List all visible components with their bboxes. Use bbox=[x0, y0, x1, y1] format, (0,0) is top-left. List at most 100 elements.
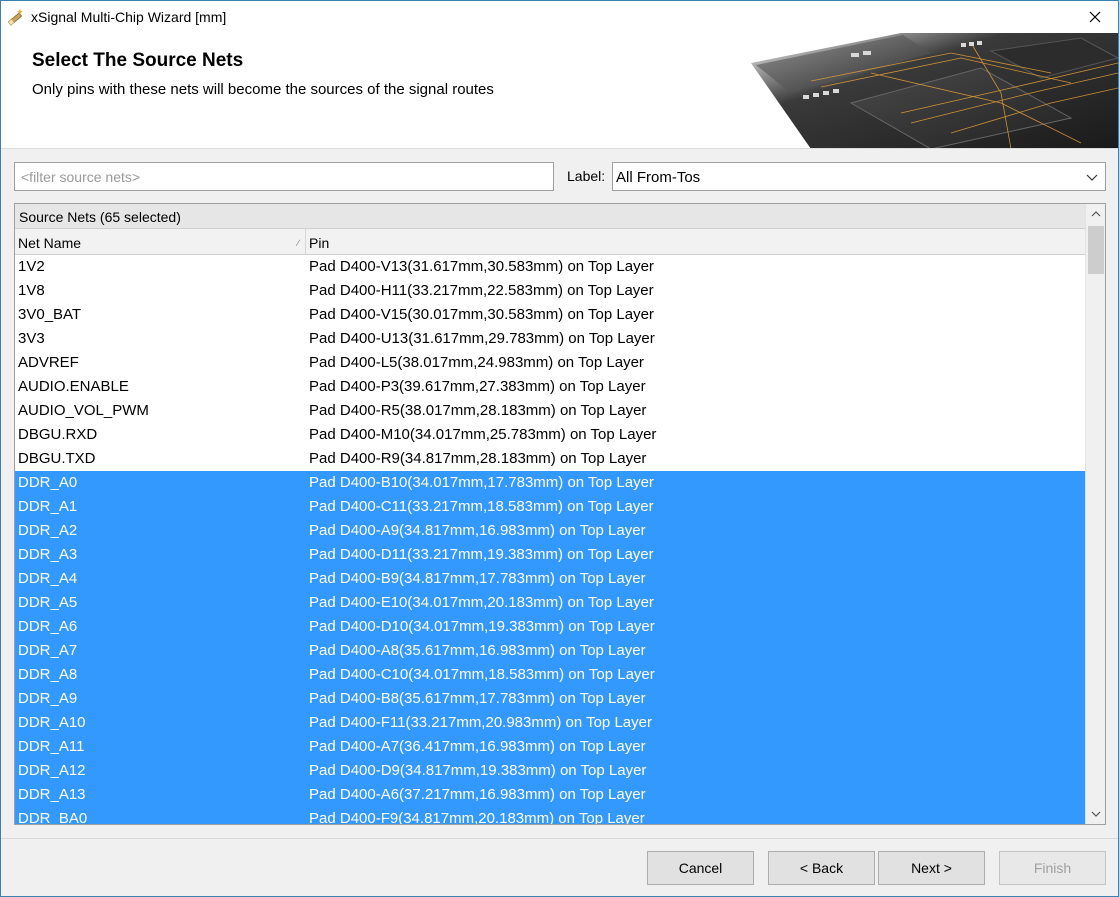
chevron-up-icon bbox=[1091, 211, 1101, 217]
pin-cell: Pad D400-C11(33.217mm,18.583mm) on Top L… bbox=[309, 498, 654, 515]
net-name-cell: DDR_A7 bbox=[18, 642, 78, 659]
chevron-down-icon bbox=[1091, 811, 1101, 817]
pin-cell: Pad D400-A9(34.817mm,16.983mm) on Top La… bbox=[309, 522, 646, 539]
vertical-scrollbar[interactable] bbox=[1085, 204, 1105, 824]
table-row[interactable]: DDR_A11 Pad D400-A7(36.417mm,16.983mm) on… bbox=[15, 735, 1086, 759]
grid-rows: 1V2 Pad D400-V13(31.617mm,30.583mm) on To… bbox=[15, 255, 1086, 825]
label-select-dropdown[interactable]: All From-Tos bbox=[612, 162, 1106, 191]
pin-cell: Pad D400-A6(37.217mm,16.983mm) on Top La… bbox=[309, 786, 646, 803]
pin-cell: Pad D400-B10(34.017mm,17.783mm) on Top L… bbox=[309, 474, 654, 491]
close-button[interactable] bbox=[1072, 1, 1118, 33]
page-title: Select The Source Nets bbox=[32, 50, 244, 71]
wizard-wand-icon bbox=[7, 9, 23, 26]
net-name-cell: DDR_A8 bbox=[18, 666, 78, 683]
net-name-cell: AUDIO_VOL_PWM bbox=[18, 402, 149, 419]
pcb-banner-image bbox=[751, 33, 1118, 148]
grid-column-headers: Net Name ∕ Pin bbox=[15, 229, 1086, 255]
pin-cell: Pad D400-L5(38.017mm,24.983mm) on Top La… bbox=[309, 354, 644, 371]
label-select-value: All From-Tos bbox=[616, 169, 701, 186]
pin-cell: Pad D400-A8(35.617mm,16.983mm) on Top La… bbox=[309, 642, 646, 659]
table-row[interactable]: DDR_A1 Pad D400-C11(33.217mm,18.583mm) on… bbox=[15, 495, 1086, 519]
net-name-cell: DDR_A2 bbox=[18, 522, 78, 539]
table-row[interactable]: DDR_A8 Pad D400-C10(34.017mm,18.583mm) on… bbox=[15, 663, 1086, 687]
table-row[interactable]: AUDIO.ENABLE Pad D400-P3(39.617mm,27.383m… bbox=[15, 375, 1086, 399]
column-header-net-name[interactable]: Net Name ∕ bbox=[15, 229, 306, 255]
table-row[interactable]: 1V8 Pad D400-H11(33.217mm,22.583mm) on To… bbox=[15, 279, 1086, 303]
pin-cell: Pad D400-A7(36.417mm,16.983mm) on Top La… bbox=[309, 738, 646, 755]
pin-cell: Pad D400-V15(30.017mm,30.583mm) on Top L… bbox=[309, 306, 654, 323]
pin-cell: Pad D400-H11(33.217mm,22.583mm) on Top L… bbox=[309, 282, 654, 299]
net-name-cell: 3V0_BAT bbox=[18, 306, 82, 323]
table-row[interactable]: DBGU.TXD Pad D400-R9(34.817mm,28.183mm) o… bbox=[15, 447, 1086, 471]
table-row[interactable]: DDR_A4 Pad D400-B9(34.817mm,17.783mm) on … bbox=[15, 567, 1086, 591]
column-header-pin[interactable]: Pin bbox=[306, 229, 1086, 255]
finish-button-label: Finish bbox=[1033, 860, 1072, 876]
net-name-cell: DDR_BA0 bbox=[18, 810, 88, 825]
net-name-cell: 3V3 bbox=[18, 330, 45, 347]
finish-button[interactable]: Finish bbox=[999, 851, 1106, 885]
pin-cell: Pad D400-C10(34.017mm,18.583mm) on Top L… bbox=[309, 666, 655, 683]
back-button-label: < Back bbox=[799, 860, 844, 876]
net-name-cell: DDR_A4 bbox=[18, 570, 78, 587]
column-header-net-name-label: Net Name bbox=[18, 235, 82, 251]
net-name-cell: DDR_A5 bbox=[18, 594, 78, 611]
table-row[interactable]: DDR_A12 Pad D400-D9(34.817mm,19.383mm) on… bbox=[15, 759, 1086, 783]
grid-group-header: Source Nets (65 selected) bbox=[15, 204, 1086, 229]
pin-cell: Pad D400-F9(34.817mm,20.183mm) on Top La… bbox=[309, 810, 645, 825]
pin-cell: Pad D400-R5(38.017mm,28.183mm) on Top La… bbox=[309, 402, 647, 419]
net-name-cell: DDR_A13 bbox=[18, 786, 86, 803]
table-row[interactable]: DDR_A0 Pad D400-B10(34.017mm,17.783mm) on… bbox=[15, 471, 1086, 495]
table-row[interactable]: DDR_A9 Pad D400-B8(35.617mm,17.783mm) on … bbox=[15, 687, 1086, 711]
net-name-cell: AUDIO.ENABLE bbox=[18, 378, 129, 395]
wizard-footer: Cancel < Back Next > Finish bbox=[1, 838, 1118, 896]
table-row[interactable]: DDR_A2 Pad D400-A9(34.817mm,16.983mm) on … bbox=[15, 519, 1086, 543]
table-row[interactable]: DDR_A10 Pad D400-F11(33.217mm,20.983mm) o… bbox=[15, 711, 1086, 735]
table-row[interactable]: DBGU.RXD Pad D400-M10(34.017mm,25.783mm) … bbox=[15, 423, 1086, 447]
title-bar[interactable]: xSignal Multi-Chip Wizard [mm] bbox=[1, 1, 1118, 33]
page-subtitle: Only pins with these nets will become th… bbox=[32, 81, 494, 98]
table-row[interactable]: 3V0_BAT Pad D400-V15(30.017mm,30.583mm) o… bbox=[15, 303, 1086, 327]
pin-cell: Pad D400-B9(34.817mm,17.783mm) on Top La… bbox=[309, 570, 646, 587]
net-name-cell: DDR_A11 bbox=[18, 738, 85, 755]
scroll-down-button[interactable] bbox=[1086, 804, 1105, 824]
net-name-cell: DDR_A3 bbox=[18, 546, 78, 563]
net-name-cell: DBGU.TXD bbox=[18, 450, 96, 467]
net-name-cell: ADVREF bbox=[18, 354, 79, 371]
next-button[interactable]: Next > bbox=[878, 851, 985, 885]
back-button[interactable]: < Back bbox=[768, 851, 875, 885]
next-button-label: Next > bbox=[911, 860, 952, 876]
table-row[interactable]: DDR_A5 Pad D400-E10(34.017mm,20.183mm) on… bbox=[15, 591, 1086, 615]
pin-cell: Pad D400-U13(31.617mm,29.783mm) on Top L… bbox=[309, 330, 655, 347]
table-row[interactable]: DDR_A7 Pad D400-A8(35.617mm,16.983mm) on … bbox=[15, 639, 1086, 663]
net-name-cell: 1V2 bbox=[18, 258, 45, 275]
net-name-cell: DDR_A1 bbox=[18, 498, 78, 515]
pin-cell: Pad D400-D11(33.217mm,19.383mm) on Top L… bbox=[309, 546, 654, 563]
wizard-window: xSignal Multi-Chip Wizard [mm] Select Th… bbox=[0, 0, 1119, 897]
filter-source-nets-input[interactable] bbox=[14, 162, 554, 191]
net-name-cell: DDR_A0 bbox=[18, 474, 78, 491]
table-row[interactable]: DDR_A6 Pad D400-D10(34.017mm,19.383mm) on… bbox=[15, 615, 1086, 639]
table-row[interactable]: 3V3 Pad D400-U13(31.617mm,29.783mm) on To… bbox=[15, 327, 1086, 351]
table-row[interactable]: DDR_BA0 Pad D400-F9(34.817mm,20.183mm) on… bbox=[15, 807, 1086, 825]
table-row[interactable]: DDR_A3 Pad D400-D11(33.217mm,19.383mm) on… bbox=[15, 543, 1086, 567]
table-row[interactable]: ADVREF Pad D400-L5(38.017mm,24.983mm) on … bbox=[15, 351, 1086, 375]
pin-cell: Pad D400-E10(34.017mm,20.183mm) on Top L… bbox=[309, 594, 654, 611]
source-nets-grid[interactable]: Source Nets (65 selected) Net Name ∕ Pin… bbox=[14, 203, 1106, 825]
net-name-cell: DDR_A10 bbox=[18, 714, 86, 731]
pin-cell: Pad D400-P3(39.617mm,27.383mm) on Top La… bbox=[309, 378, 646, 395]
net-name-cell: DDR_A6 bbox=[18, 618, 78, 635]
label-selector-label: Label: bbox=[567, 168, 606, 184]
table-row[interactable]: AUDIO_VOL_PWM Pad D400-R5(38.017mm,28.183… bbox=[15, 399, 1086, 423]
cancel-button[interactable]: Cancel bbox=[647, 851, 754, 885]
table-row[interactable]: 1V2 Pad D400-V13(31.617mm,30.583mm) on To… bbox=[15, 255, 1086, 279]
wizard-content: Label: All From-Tos Source Nets (65 sele… bbox=[1, 150, 1118, 838]
sort-asc-icon: ∕ bbox=[297, 238, 299, 248]
net-name-cell: DDR_A12 bbox=[18, 762, 86, 779]
cancel-button-label: Cancel bbox=[678, 860, 723, 876]
window-title: xSignal Multi-Chip Wizard [mm] bbox=[31, 9, 227, 25]
table-row[interactable]: DDR_A13 Pad D400-A6(37.217mm,16.983mm) on… bbox=[15, 783, 1086, 807]
scrollbar-thumb[interactable] bbox=[1088, 226, 1104, 274]
chevron-down-icon bbox=[1086, 174, 1098, 181]
pin-cell: Pad D400-F11(33.217mm,20.983mm) on Top L… bbox=[309, 714, 652, 731]
scroll-up-button[interactable] bbox=[1086, 204, 1105, 224]
